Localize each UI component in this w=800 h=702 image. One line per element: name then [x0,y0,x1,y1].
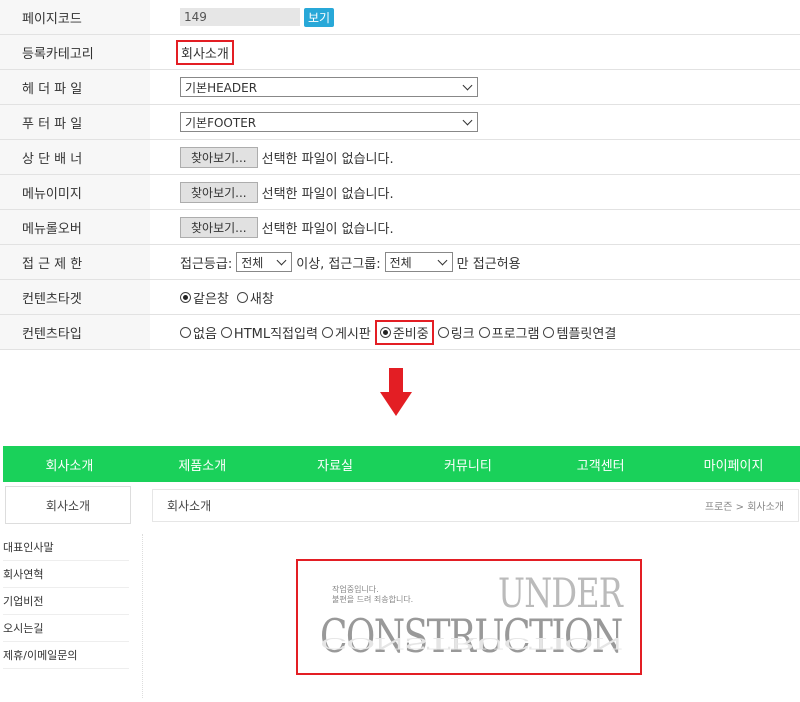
nav-item[interactable]: 제품소개 [136,446,269,482]
page-code-input[interactable]: 149 [180,8,300,26]
row-label: 등록카테고리 [0,35,150,69]
main-nav: 회사소개 제품소개 자료실 커뮤니티 고객센터 마이페이지 [3,446,800,482]
option-label: 게시판 [334,326,371,342]
nav-item[interactable]: 마이페이지 [667,446,800,482]
access-limit-row: 접 근 제 한 접근등급: 전체 이상, 접근그룹: 전체 만 접근허용 [0,245,800,280]
type-option-board[interactable]: 게시판 [321,323,371,342]
uc-line1: 작업중입니다. [332,585,379,594]
row-label: 컨텐츠타겟 [0,280,150,314]
header-file-select[interactable]: 기본HEADER [180,77,478,97]
nav-item[interactable]: 커뮤니티 [401,446,534,482]
row-label: 상 단 배 너 [0,140,150,174]
sidebar-item[interactable]: 대표인사말 [3,534,129,561]
type-option-link[interactable]: 링크 [437,323,475,342]
page-settings-form: 페이지코드 149 보기 등록카테고리 회사소개 헤 더 파 일 기본HEADE… [0,0,800,350]
radio-icon [437,326,449,338]
radio-icon [478,326,490,338]
browse-button[interactable]: 찾아보기... [180,146,258,168]
breadcrumb: 프로즌 > 회사소개 [704,502,784,513]
select-value: 전체 [241,255,264,270]
sidebar-menu: 대표인사말 회사연혁 기업비전 오시는길 제휴/이메일문의 [3,534,143,698]
access-level-select[interactable]: 전체 [236,252,293,272]
menu-rollover-row: 메뉴롤오버 찾아보기... 선택한 파일이 없습니다. [0,210,800,245]
row-label: 컨텐츠타입 [0,315,150,349]
option-label: 준비중 [392,326,429,342]
option-label: 링크 [450,326,475,342]
radio-icon [321,326,333,338]
option-label: HTML직접입력 [233,326,318,342]
sidebar-item[interactable]: 오시는길 [3,615,129,642]
radio-icon [180,326,191,338]
row-label: 페이지코드 [0,0,150,34]
radio-checked-icon [180,291,191,303]
uc-line2: 불편을 드려 죄송합니다. [332,595,414,604]
option-label: 템플릿연결 [556,326,617,342]
page-header-bar: 회사소개 프로즌 > 회사소개 [152,489,799,522]
footer-file-row: 푸 터 파 일 기본FOOTER [0,105,800,140]
arrow-down-icon [380,368,412,416]
page-title: 회사소개 [167,499,212,513]
option-label: 없음 [193,326,217,342]
access-group-select[interactable]: 전체 [384,252,453,272]
nav-item[interactable]: 고객센터 [534,446,667,482]
chevron-down-icon [276,255,287,266]
radio-icon [220,326,232,338]
chevron-down-icon [462,80,473,91]
row-label: 메뉴롤오버 [0,210,150,244]
uc-reflection: CONSTRUCTION [320,634,622,653]
chevron-down-icon [437,255,448,266]
row-label: 헤 더 파 일 [0,70,150,104]
file-status: 선택한 파일이 없습니다. [261,151,394,167]
category-value: 회사소개 [176,39,234,65]
top-banner-row: 상 단 배 너 찾아보기... 선택한 파일이 없습니다. [0,140,800,175]
browse-button[interactable]: 찾아보기... [180,181,258,203]
file-status: 선택한 파일이 없습니다. [261,221,394,237]
type-option-none[interactable]: 없음 [180,323,217,342]
site-preview: 회사소개 제품소개 자료실 커뮤니티 고객센터 마이페이지 회사소개 대표인사말… [3,446,800,702]
radio-icon [543,326,555,338]
menu-image-row: 메뉴이미지 찾아보기... 선택한 파일이 없습니다. [0,175,800,210]
footer-file-select[interactable]: 기본FOOTER [180,112,478,132]
sidebar-title: 회사소개 [5,486,131,524]
select-value: 기본HEADER [185,80,258,95]
type-option-program[interactable]: 프로그램 [478,323,540,342]
uc-message: 작업중입니다. 불편을 드려 죄송합니다. [332,585,413,605]
page-code-row: 페이지코드 149 보기 [0,0,800,35]
content-type-row: 컨텐츠타입 없음 HTML직접입력 게시판 준비중 링크 프로그램 템플릿연결 [0,315,800,350]
option-label: 새창 [249,291,274,307]
type-option-html[interactable]: HTML직접입력 [220,323,318,342]
category-row: 등록카테고리 회사소개 [0,35,800,70]
chevron-down-icon [462,115,473,126]
nav-item[interactable]: 회사소개 [3,446,136,482]
access-level-label: 접근등급: [180,256,233,272]
file-status: 선택한 파일이 없습니다. [261,186,394,202]
under-construction-image: 작업중입니다. 불편을 드려 죄송합니다. UNDER CONSTRUCTION… [296,559,642,675]
radio-checked-icon [379,326,391,338]
sidebar-item[interactable]: 제휴/이메일문의 [3,642,129,669]
target-option-same[interactable]: 같은창 [180,288,229,307]
row-label: 접 근 제 한 [0,245,150,279]
sidebar-item[interactable]: 회사연혁 [3,561,129,588]
select-value: 전체 [389,255,412,270]
radio-icon [236,291,248,303]
row-label: 메뉴이미지 [0,175,150,209]
type-option-preparing[interactable]: 준비중 [374,319,434,345]
access-group-label: 이상, 접근그룹: [296,256,381,272]
nav-item[interactable]: 자료실 [269,446,402,482]
sidebar: 회사소개 대표인사말 회사연혁 기업비전 오시는길 제휴/이메일문의 [3,486,143,698]
content-target-row: 컨텐츠타겟 같은창 새창 [0,280,800,315]
target-option-new[interactable]: 새창 [236,288,274,307]
row-label: 푸 터 파 일 [0,105,150,139]
browse-button[interactable]: 찾아보기... [180,216,258,238]
access-allow-text: 만 접근허용 [456,256,521,272]
view-button[interactable]: 보기 [304,7,335,27]
option-label: 같은창 [193,291,229,307]
sidebar-item[interactable]: 기업비전 [3,588,129,615]
option-label: 프로그램 [491,326,540,342]
select-value: 기본FOOTER [185,115,257,130]
type-option-template[interactable]: 템플릿연결 [543,323,616,342]
header-file-row: 헤 더 파 일 기본HEADER [0,70,800,105]
